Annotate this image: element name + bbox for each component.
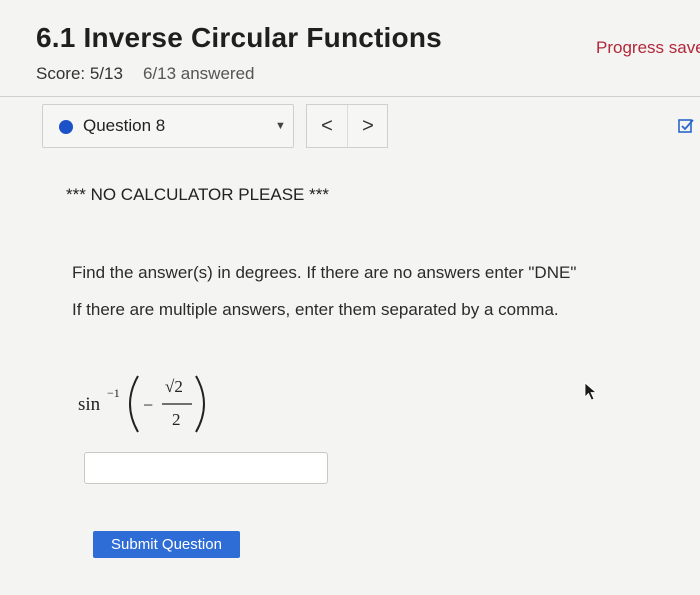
minus-sign: − — [143, 395, 153, 415]
question-nav-group: < > — [306, 104, 388, 148]
page-title: 6.1 Inverse Circular Functions — [36, 22, 442, 53]
instruction-line-2: If there are multiple answers, enter the… — [72, 300, 559, 319]
progress-saved-link[interactable]: Progress save — [596, 38, 700, 58]
score-row: Score: 5/13 6/13 answered — [36, 64, 254, 84]
caret-down-icon: ▼ — [275, 120, 286, 132]
function-name: sin — [78, 394, 101, 415]
inverse-exponent: −1 — [107, 386, 120, 400]
question-status-dot-icon — [59, 120, 73, 134]
previous-question-button[interactable]: < — [307, 105, 348, 147]
question-select-label: Question 8 — [83, 116, 166, 135]
mouse-pointer-icon — [584, 382, 598, 401]
question-select[interactable]: Question 8 ▼ — [42, 104, 294, 148]
left-paren — [129, 375, 139, 433]
header-divider — [0, 96, 700, 97]
instruction-line-1: Find the answer(s) in degrees. If there … — [72, 263, 577, 282]
no-calculator-notice: *** NO CALCULATOR PLEASE *** — [66, 185, 329, 204]
math-expression: sin −1 − √2 2 — [78, 375, 205, 433]
next-question-button[interactable]: > — [348, 105, 388, 147]
right-paren — [195, 375, 205, 433]
fraction-denominator: 2 — [172, 410, 181, 429]
submit-question-button[interactable]: Submit Question — [93, 531, 240, 558]
score-text: Score: 5/13 — [36, 64, 123, 83]
answer-input[interactable] — [84, 452, 328, 484]
fraction-numerator: √2 — [165, 377, 183, 396]
edit-note-icon[interactable] — [678, 118, 694, 134]
answered-count: 6/13 answered — [142, 64, 255, 83]
